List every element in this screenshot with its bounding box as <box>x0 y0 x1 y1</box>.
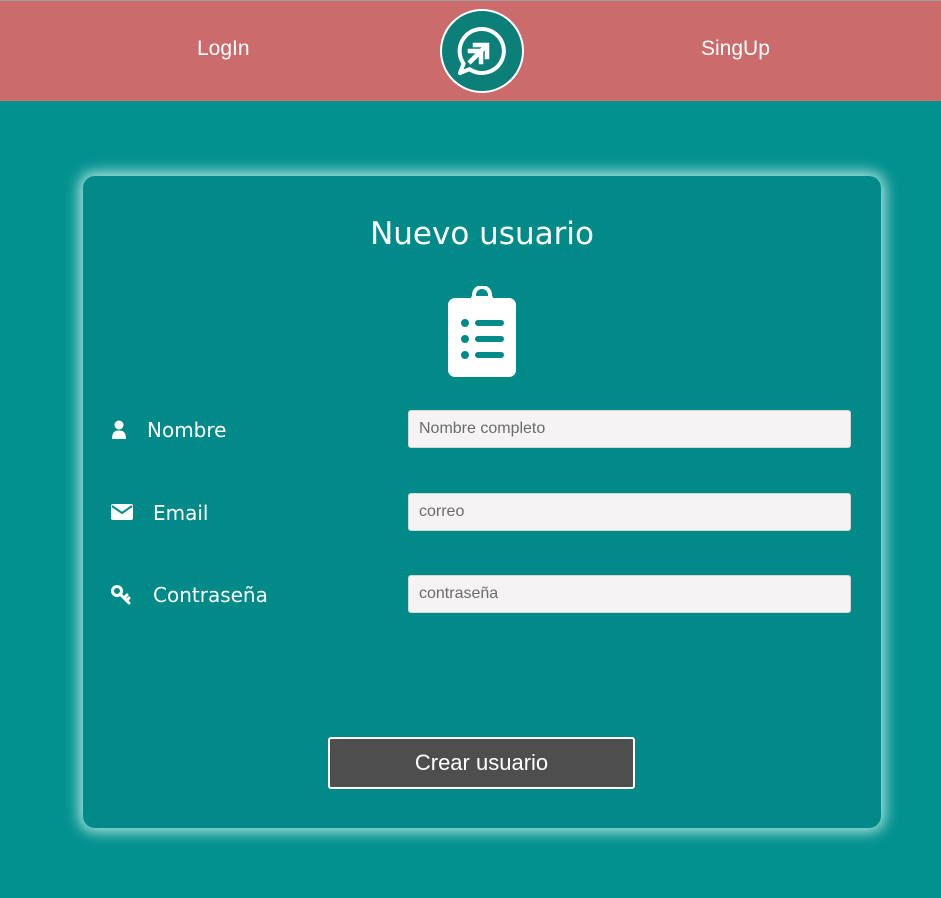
password-input[interactable] <box>408 575 851 613</box>
clipboard-list-icon <box>448 286 516 377</box>
name-input[interactable] <box>408 410 851 448</box>
password-label: Contraseña <box>153 583 268 607</box>
password-field-row: Contraseña <box>83 575 881 615</box>
email-field-row: Email <box>83 493 881 533</box>
signup-card: Nuevo usuario Nombre Email <box>83 176 881 828</box>
key-icon <box>111 585 131 605</box>
signup-link[interactable]: SingUp <box>701 37 770 61</box>
top-navbar: LogIn SingUp <box>0 0 941 101</box>
chat-arrows-logo-icon <box>457 26 506 75</box>
form-title: Nuevo usuario <box>370 216 594 252</box>
create-user-button[interactable]: Crear usuario <box>328 737 635 789</box>
name-field-row: Nombre <box>83 410 881 450</box>
email-label: Email <box>153 501 209 525</box>
envelope-icon <box>111 504 133 520</box>
app-logo[interactable] <box>440 9 524 93</box>
login-link[interactable]: LogIn <box>197 37 250 61</box>
user-icon <box>112 420 126 439</box>
name-label: Nombre <box>147 418 227 442</box>
email-input[interactable] <box>408 493 851 531</box>
